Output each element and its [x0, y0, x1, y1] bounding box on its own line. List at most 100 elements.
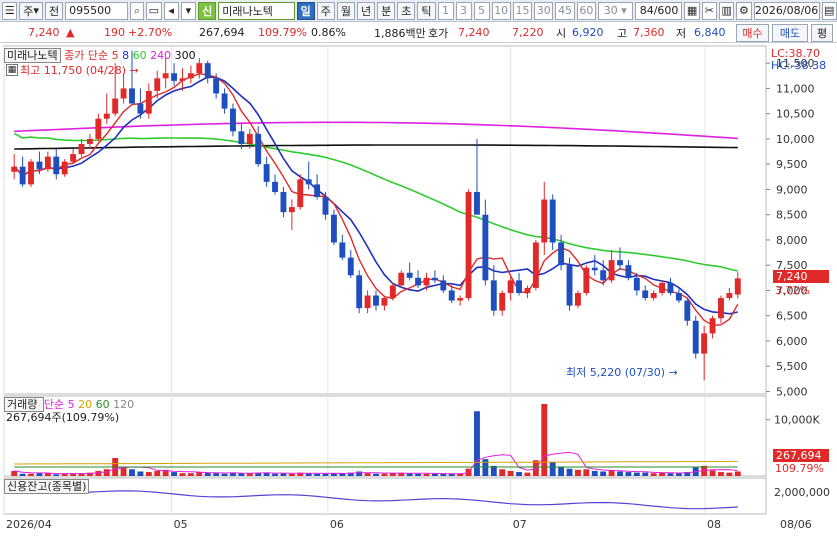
candle-body — [162, 73, 169, 79]
interval-10[interactable]: 10 — [491, 1, 511, 20]
prev-button[interactable]: 전 — [44, 1, 64, 20]
price-tick-label: 11,000 — [776, 82, 815, 95]
date-field[interactable]: 2026/08/06 — [753, 1, 820, 20]
grid-icon[interactable]: ▦ — [684, 1, 700, 20]
search-icon[interactable]: ⌕ — [130, 1, 145, 20]
interval-60[interactable]: 60 — [576, 1, 596, 20]
x-tick-label: 06 — [330, 518, 344, 531]
candle-body — [305, 179, 312, 185]
volume-bar — [221, 473, 228, 476]
candle-body — [692, 320, 699, 354]
candle-body — [448, 290, 455, 301]
period-tab-month[interactable]: 월 — [336, 1, 356, 20]
period-tab-year[interactable]: 년 — [357, 1, 376, 20]
price-tick-label: 10,500 — [776, 108, 815, 121]
volume-bar — [288, 473, 295, 476]
price-tick-label: 5,000 — [776, 385, 808, 398]
interval-1[interactable]: 1 — [437, 1, 454, 20]
quote-label: 호가 — [428, 26, 449, 40]
candle-body — [61, 161, 68, 175]
window-icon[interactable]: ▭ — [146, 1, 162, 20]
candle-body — [423, 277, 430, 286]
sell-button[interactable]: 매도 — [772, 24, 808, 42]
scissors-icon[interactable]: ✂ — [701, 1, 718, 20]
hc-label: HC:-38.38 — [771, 59, 827, 72]
buy-button[interactable]: 매수 — [736, 24, 769, 42]
market-select[interactable]: 주 ▾ — [19, 1, 43, 20]
eval-button[interactable]: 평 — [811, 24, 833, 42]
stock-name-field[interactable]: 미래나노텍 — [218, 1, 295, 20]
volume-bar — [145, 472, 152, 476]
candle-body — [398, 272, 405, 286]
low-label: 저 — [676, 26, 687, 40]
price-tick-label: 6,000 — [776, 335, 808, 348]
calendar-icon[interactable]: ▤ — [821, 1, 837, 20]
price-tag: 7,240 — [773, 270, 829, 283]
candle-body — [406, 272, 413, 278]
candle-body — [617, 260, 623, 266]
candle-body — [524, 287, 531, 293]
candle-body — [633, 277, 640, 291]
candle-body — [356, 275, 363, 309]
candle-body — [415, 277, 422, 286]
candle-body — [507, 280, 514, 293]
candle-body — [95, 118, 102, 139]
candle-body — [591, 267, 598, 271]
candle-body — [709, 318, 716, 334]
volume-bar — [53, 474, 60, 476]
price-tick-label: 9,000 — [776, 183, 808, 196]
candle-body — [625, 265, 632, 278]
period-tab-week[interactable]: 주 — [316, 1, 335, 20]
credit-badge: 신 — [198, 1, 217, 20]
interval-45[interactable]: 45 — [555, 1, 575, 20]
interval-5[interactable]: 5 — [473, 1, 490, 20]
volume-bar — [650, 473, 657, 476]
volume-bar — [314, 473, 321, 476]
barchart-icon[interactable]: ▥ — [719, 1, 735, 20]
volume-bar — [272, 473, 278, 476]
volume-bar — [171, 472, 178, 476]
high-label: 고 — [617, 26, 628, 40]
volume-bar — [19, 473, 26, 476]
candle-body — [608, 260, 615, 281]
price-info-bar: 7,240 ▲ 190 +2.70% 267,694 109.79% 0.86%… — [0, 23, 837, 43]
volume-bar — [322, 473, 329, 476]
price-tick-label: 5,500 — [776, 360, 808, 373]
volume-bar — [120, 467, 127, 476]
gear-icon[interactable]: ⚙ — [736, 1, 752, 20]
interval-30[interactable]: 30 — [534, 1, 554, 20]
x-tick-label: 05 — [174, 518, 188, 531]
table-icon[interactable]: ▦ — [6, 64, 18, 76]
volume-bar — [213, 473, 220, 476]
candle-body — [675, 292, 682, 301]
volume-bar — [474, 411, 480, 476]
volume-bar — [642, 472, 649, 476]
bars-icon[interactable]: ☰ — [2, 1, 18, 20]
candle-body — [238, 131, 245, 144]
candle-body — [532, 242, 539, 288]
interval-custom[interactable]: 30 ▾ — [598, 1, 633, 20]
period-tab-day[interactable]: 일 — [296, 1, 315, 20]
period-tab-second[interactable]: 초 — [397, 1, 416, 20]
candle-body — [129, 88, 135, 104]
volume-bar — [423, 473, 430, 476]
count-input[interactable]: 84/600 — [634, 1, 683, 20]
volume-bar — [709, 470, 716, 476]
period-tab-tick[interactable]: 틱 — [417, 1, 436, 20]
interval-15[interactable]: 15 — [512, 1, 533, 20]
bid-price: 7,220 — [512, 26, 544, 39]
period-tab-minute[interactable]: 분 — [377, 1, 396, 20]
sound-icon[interactable]: ◂ — [163, 1, 179, 20]
ma8-label: 8 — [122, 49, 130, 62]
x-tick-label: 08/06 — [780, 518, 812, 531]
volume-bar — [583, 469, 590, 476]
stock-chart[interactable]: 11,50011,00010,50010,0009,5009,0008,5008… — [0, 44, 837, 536]
stock-code-input[interactable]: 095500 — [65, 1, 129, 20]
candle-body — [566, 265, 573, 306]
candle-body — [28, 161, 34, 185]
dropdown-icon[interactable]: ▾ — [180, 1, 197, 20]
interval-3[interactable]: 3 — [455, 1, 472, 20]
turnover-rate: 0.86% — [311, 26, 346, 39]
candle-body — [431, 277, 438, 281]
open-label: 시 — [556, 26, 567, 40]
